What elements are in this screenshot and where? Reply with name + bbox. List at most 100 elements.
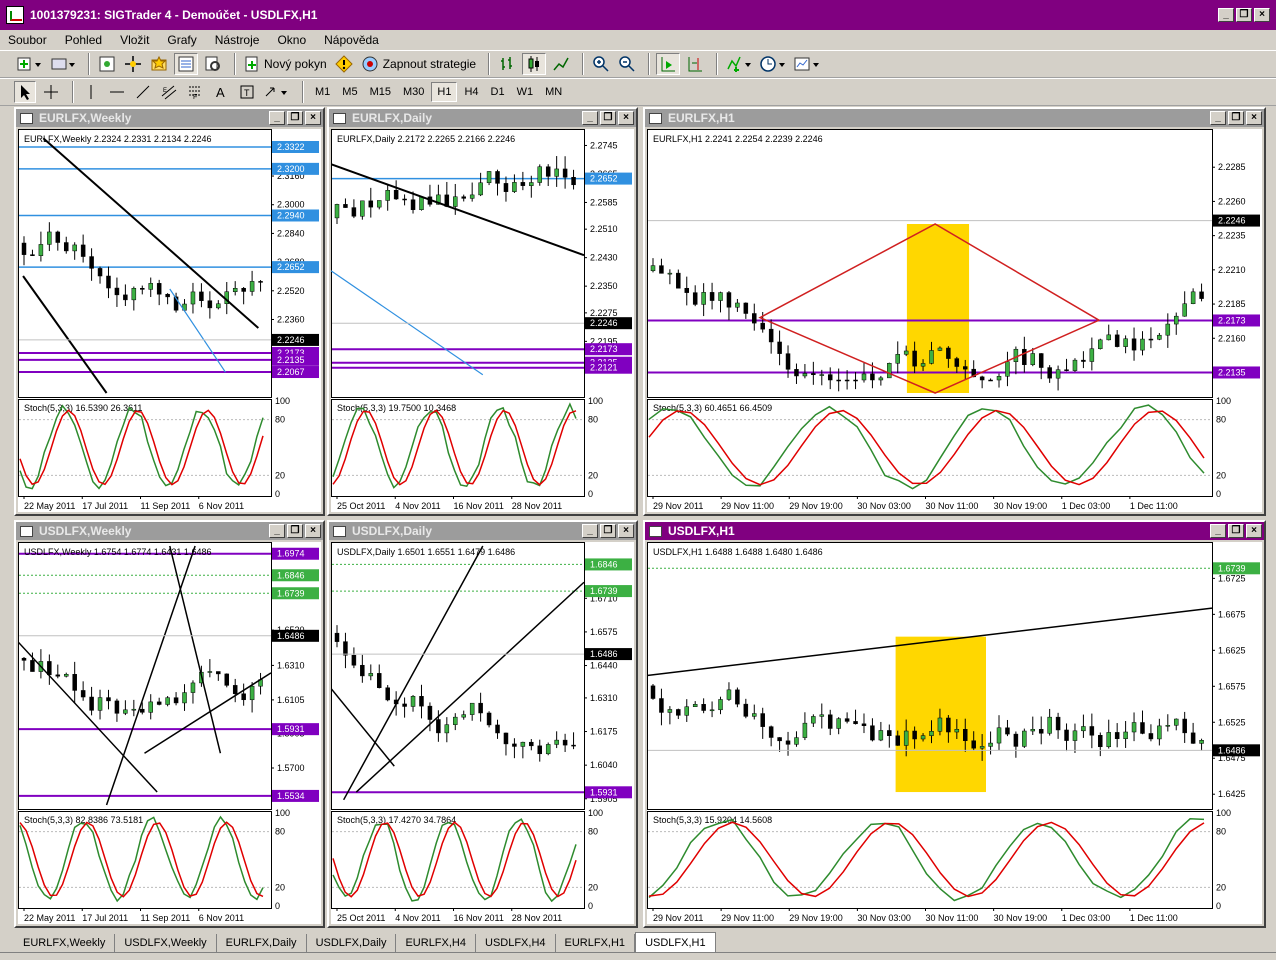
candle-body	[1055, 716, 1061, 731]
arrows-icon[interactable]	[262, 81, 292, 103]
new-chart-icon[interactable]	[14, 53, 44, 75]
trendline-icon[interactable]	[132, 81, 154, 103]
menu-file[interactable]: Soubor	[8, 33, 47, 47]
chart-restore-button[interactable]: ❐	[287, 524, 303, 538]
chart-minimize-button[interactable]: _	[582, 524, 598, 538]
chart-restore-button[interactable]: ❐	[600, 524, 616, 538]
close-button[interactable]: ×	[1254, 8, 1270, 22]
chart-close-button[interactable]: ×	[305, 111, 321, 125]
vertical-line-icon[interactable]	[80, 81, 102, 103]
tab-eurlfx-daily[interactable]: EURLFX,Daily	[217, 934, 307, 952]
menu-tools[interactable]: Nástroje	[215, 33, 260, 47]
tab-usdlfx-daily[interactable]: USDLFX,Daily	[307, 934, 397, 952]
chart-restore-button[interactable]: ❐	[600, 111, 616, 125]
crosshair-icon[interactable]	[40, 81, 62, 103]
fibonacci-icon[interactable]: F	[184, 81, 206, 103]
candle-body	[929, 731, 934, 736]
menu-help[interactable]: Nápověda	[324, 33, 379, 47]
tester-icon[interactable]	[202, 53, 224, 75]
menu-charts[interactable]: Grafy	[167, 33, 196, 47]
chart-window-usdlfx-h1[interactable]: USDLFX,H1 _ ❐ × 1.6725 1.6675 1.6625 1.6575 1.…	[643, 520, 1266, 928]
equidistant-channel-icon[interactable]: E	[158, 81, 180, 103]
chart-minimize-button[interactable]: _	[269, 524, 285, 538]
chart-area[interactable]: 2.27452.26652.25852.25102.24302.23502.22…	[331, 129, 634, 512]
chart-area[interactable]: 1.6725 1.6675 1.6625 1.6575 1.6525 1.6475 1.64…	[647, 542, 1262, 924]
chart-close-button[interactable]: ×	[1246, 524, 1262, 538]
menu-window[interactable]: Okno	[277, 33, 306, 47]
new-order-button[interactable]: Nový pokyn	[242, 53, 329, 75]
alert-icon[interactable]	[333, 53, 355, 75]
stoch-level-label: 0	[1216, 489, 1221, 499]
timeframe-h4[interactable]: H4	[459, 82, 483, 102]
chart-window-eurlfx-weekly[interactable]: EURLFX,Weekly _❐× 2.31602.30002.28402.26…	[14, 107, 325, 516]
terminal-icon[interactable]	[174, 53, 198, 75]
chart-close-button[interactable]: ×	[1246, 111, 1262, 125]
chart-close-button[interactable]: ×	[618, 524, 634, 538]
chart-minimize-button[interactable]: _	[582, 111, 598, 125]
line-chart-icon[interactable]	[550, 53, 572, 75]
candle-body	[1131, 338, 1137, 351]
chart-window-eurlfx-h1[interactable]: EURLFX,H1 _ ❐ × 2.2285 2.2260 2.2235 2.2210 2.…	[643, 107, 1266, 516]
menu-insert[interactable]: Vložit	[120, 33, 149, 47]
tab-usdlfx-h1[interactable]: USDLFX,H1	[635, 932, 716, 952]
timeframe-m1[interactable]: M1	[310, 82, 335, 102]
zoom-in-icon[interactable]	[590, 53, 612, 75]
chart-close-button[interactable]: ×	[618, 111, 634, 125]
text-icon[interactable]: A	[210, 81, 232, 103]
menu-view[interactable]: Pohled	[65, 33, 102, 47]
level-price-label: 1.6846	[590, 559, 618, 569]
chart-area[interactable]: 2.2285 2.2260 2.2235 2.2210 2.2185 2.2160 2.21…	[647, 129, 1262, 512]
candle-body	[1106, 732, 1111, 748]
navigator-icon[interactable]	[122, 53, 144, 75]
chart-minimize-button[interactable]: _	[1210, 111, 1226, 125]
timeframe-h1[interactable]: H1	[431, 82, 458, 102]
chart-restore-button[interactable]: ❐	[287, 111, 303, 125]
chart-shift-icon[interactable]	[684, 53, 706, 75]
candle-body	[709, 292, 715, 301]
zoom-out-icon[interactable]	[616, 53, 638, 75]
tab-eurlfx-weekly[interactable]: EURLFX,Weekly	[14, 934, 116, 952]
profiles-icon[interactable]	[48, 53, 78, 75]
bar-chart-icon[interactable]	[496, 53, 518, 75]
candle-body	[667, 272, 673, 275]
candle-body	[853, 721, 858, 725]
timeframe-mn[interactable]: MN	[540, 82, 567, 102]
candle-body	[216, 671, 221, 675]
chart-minimize-button[interactable]: _	[269, 111, 285, 125]
candle-body	[954, 729, 960, 733]
timeframe-m5[interactable]: M5	[337, 82, 362, 102]
horizontal-line-icon[interactable]	[106, 81, 128, 103]
chart-area[interactable]: 1.67351.65201.63101.61051.59051.57001.69…	[18, 542, 321, 924]
templates-icon[interactable]	[792, 53, 822, 75]
tab-usdlfx-h4[interactable]: USDLFX,H4	[476, 934, 556, 952]
svg-text:A: A	[216, 85, 225, 100]
candle-chart-icon[interactable]	[522, 53, 547, 75]
strategy-button[interactable]: Zapnout strategie	[359, 53, 478, 75]
chart-window-usdlfx-daily[interactable]: USDLFX,Daily _ ❐ × 1.6710 1.6575 1.6440 1.631…	[327, 520, 638, 928]
minimize-button[interactable]: _	[1218, 8, 1234, 22]
timeframe-m15[interactable]: M15	[365, 82, 396, 102]
chart-minimize-button[interactable]: _	[1210, 524, 1226, 538]
new-order-icon	[245, 56, 258, 72]
chart-window-eurlfx-daily[interactable]: EURLFX,Daily _❐× 2.27452.26652.25852.251…	[327, 107, 638, 516]
restore-button[interactable]: ❐	[1236, 8, 1252, 22]
timeframe-w1[interactable]: W1	[512, 82, 539, 102]
tab-usdlfx-weekly[interactable]: USDLFX,Weekly	[115, 934, 217, 952]
text-label-icon[interactable]: T	[236, 81, 258, 103]
tab-eurlfx-h1[interactable]: EURLFX,H1	[556, 934, 636, 952]
indicators-icon[interactable]	[724, 53, 754, 75]
timeframe-m30[interactable]: M30	[398, 82, 429, 102]
market-watch-icon[interactable]	[96, 53, 118, 75]
chart-area[interactable]: 1.6710 1.6575 1.6440 1.6310 1.6175 1.6040 1.59…	[331, 542, 634, 924]
chart-restore-button[interactable]: ❐	[1228, 524, 1244, 538]
autoscroll-icon[interactable]	[656, 53, 681, 75]
timeframe-d1[interactable]: D1	[486, 82, 510, 102]
chart-window-usdlfx-weekly[interactable]: USDLFX,Weekly _❐× 1.67351.65201.63101.61…	[14, 520, 325, 928]
chart-restore-button[interactable]: ❐	[1228, 111, 1244, 125]
favorites-icon[interactable]	[148, 53, 170, 75]
chart-area[interactable]: 2.31602.30002.28402.26802.25202.23602.33…	[18, 129, 321, 512]
tab-eurlfx-h4[interactable]: EURLFX,H4	[396, 934, 476, 952]
chart-close-button[interactable]: ×	[305, 524, 321, 538]
cursor-icon[interactable]	[14, 81, 36, 103]
periods-icon[interactable]	[758, 53, 788, 75]
